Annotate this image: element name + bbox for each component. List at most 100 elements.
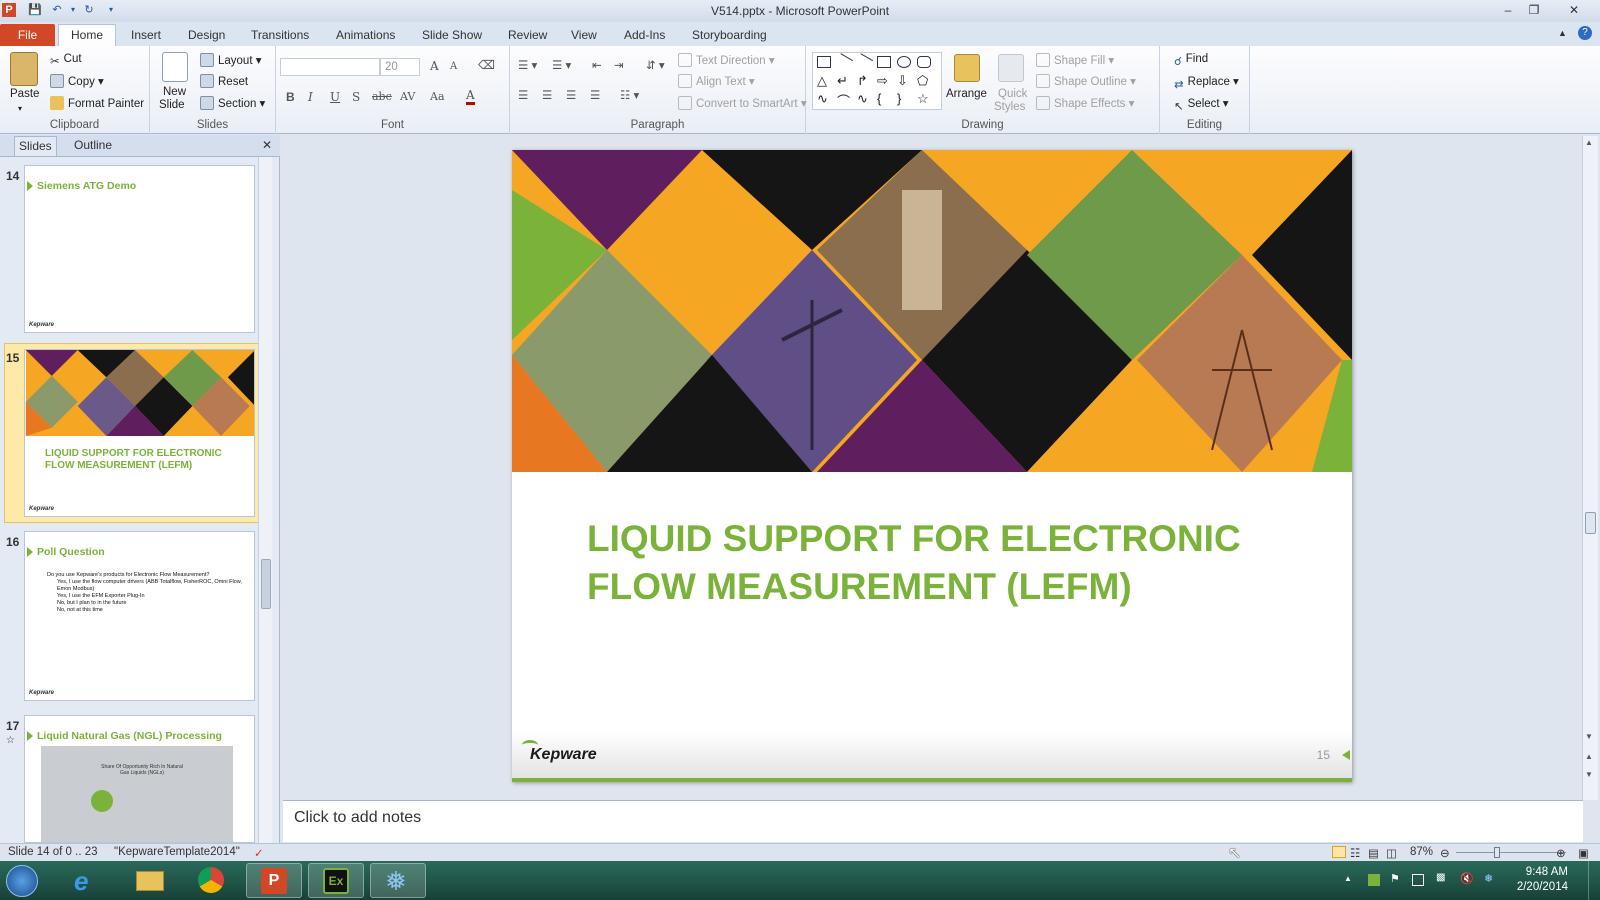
shapes-gallery[interactable]: △ ↵ ↱ ⇨ ⇩ ⬠ ∿ ⌒ ∿ { } ☆ [812,52,942,110]
explorer-taskbar-icon[interactable] [122,863,178,898]
arrange-button[interactable]: Arrange [946,88,987,100]
normal-view-icon[interactable] [1332,846,1346,858]
rounded-rect-shape-icon[interactable] [917,56,931,68]
grow-font-button[interactable]: A [430,59,439,73]
app-taskbar-icon[interactable]: ❅ [370,863,426,898]
quick-styles-label-2[interactable]: Styles [994,101,1025,113]
find-button[interactable]: ☌ Find [1174,53,1208,68]
slide-thumbnail-15[interactable]: LIQUID SUPPORT FOR ELECTRONIC FLOW MEASU… [24,349,255,517]
minimize-icon[interactable]: – [1496,2,1520,18]
copy-button[interactable]: Copy ▾ [50,74,104,88]
network-signal-icon[interactable]: ▩ [1436,872,1448,884]
freeform-shape-icon[interactable]: ∿ [857,91,868,107]
elbow-shape-icon[interactable]: ↱ [857,73,868,89]
font-name-combobox[interactable] [280,58,380,76]
previous-slide-icon[interactable]: ▲ [1585,752,1593,761]
format-painter-button[interactable]: Format Painter [50,96,144,110]
quick-styles-icon[interactable] [998,54,1024,82]
show-hidden-icons-icon[interactable]: ▲ [1344,874,1356,886]
strikethrough-button[interactable]: abc [372,90,392,103]
align-left-icon[interactable]: ☰ [518,88,528,102]
arrow-shape-icon[interactable] [854,53,874,71]
tab-file[interactable]: File [0,24,55,46]
right-arrow-shape-icon[interactable]: ⇨ [877,73,888,89]
fit-to-window-icon[interactable]: ▣ [1578,846,1589,860]
select-button[interactable]: ↖ Select ▾ [1174,96,1229,113]
panel-scrollbar[interactable] [258,157,272,843]
line-shape-icon[interactable] [834,53,854,71]
replace-button[interactable]: ⇄ Replace ▾ [1174,74,1239,91]
slide-show-icon[interactable]: ◫ [1386,846,1397,860]
slide-thumbnail-17[interactable]: Liquid Natural Gas (NGL) Processing Shar… [24,715,255,843]
show-desktop-button[interactable] [1588,861,1600,900]
tab-animations[interactable]: Animations [336,28,395,42]
zoom-level[interactable]: 87% [1410,846,1433,858]
oval-shape-icon[interactable] [897,56,911,68]
display-tray-icon[interactable] [1412,874,1424,886]
font-color-button[interactable]: A [466,88,475,105]
shape-fill-button[interactable]: Shape Fill ▾ [1036,53,1114,67]
shape-effects-button[interactable]: Shape Effects ▾ [1036,96,1134,110]
slide-scroll-thumb[interactable] [1585,512,1596,534]
section-button[interactable]: Section ▾ [200,96,265,110]
kepware-tray-icon[interactable] [1368,874,1380,886]
chrome-taskbar-icon[interactable] [184,863,240,898]
paste-button[interactable]: Paste [10,88,39,100]
text-direction-button[interactable]: Text Direction ▾ [678,53,775,67]
close-panel-icon[interactable]: ✕ [262,138,272,152]
spellcheck-icon[interactable]: ✓ [254,846,264,860]
zoom-slider-thumb[interactable] [1494,847,1500,858]
tab-slides[interactable]: Slides [14,136,57,156]
decrease-indent-icon[interactable]: ⇤ [592,58,602,72]
increase-indent-icon[interactable]: ⇥ [614,58,624,72]
align-right-icon[interactable]: ☰ [566,88,576,102]
right-brace-shape-icon[interactable]: } [897,91,901,106]
panel-scroll-thumb[interactable] [261,559,271,609]
paste-icon[interactable] [10,52,38,86]
slide-title[interactable]: LIQUID SUPPORT FOR ELECTRONIC FLOW MEASU… [587,515,1241,611]
clear-formatting-icon[interactable]: ⌫ [478,58,495,72]
help-icon[interactable]: ? [1578,26,1592,40]
volume-muted-icon[interactable]: 🔇 [1460,872,1474,885]
bold-button[interactable]: B [286,90,295,104]
notes-pane[interactable]: Click to add notes [283,800,1583,842]
underline-button[interactable]: U [330,90,340,104]
pentagon-shape-icon[interactable]: ⬠ [917,73,928,89]
next-slide-icon[interactable]: ▼ [1585,770,1593,779]
star-shape-icon[interactable]: ☆ [917,91,929,107]
new-slide-icon[interactable] [162,52,188,82]
restore-icon[interactable]: ❐ [1522,2,1546,18]
tab-insert[interactable]: Insert [131,28,161,42]
align-text-button[interactable]: Align Text ▾ [678,74,755,88]
justify-icon[interactable]: ☰ [590,88,600,102]
triangle-shape-icon[interactable]: △ [817,73,827,89]
left-brace-shape-icon[interactable]: { [877,91,881,106]
quick-styles-label-1[interactable]: Quick [998,88,1027,100]
columns-icon[interactable]: ☷ ▾ [620,88,639,102]
close-icon[interactable]: ✕ [1562,2,1586,18]
kepserverex-taskbar-icon[interactable]: Ex [308,863,364,898]
tab-transitions[interactable]: Transitions [251,28,309,42]
reading-view-icon[interactable]: ▤ [1368,846,1379,860]
scroll-down-icon[interactable]: ▼ [1585,732,1593,741]
line-spacing-icon[interactable]: ⇵ ▾ [646,58,665,72]
powerpoint-taskbar-icon[interactable]: P [246,863,302,898]
slide-scrollbar[interactable]: ▲ ▼ ▲ ▼ [1582,136,1598,800]
internet-explorer-taskbar-icon[interactable]: e [60,863,116,898]
numbering-icon[interactable]: ☰ ▾ [552,58,571,72]
zoom-slider-track[interactable] [1456,852,1566,853]
tab-review[interactable]: Review [508,28,547,42]
layout-button[interactable]: Layout ▾ [200,53,262,67]
italic-button[interactable]: I [308,90,313,104]
character-spacing-button[interactable]: AV [400,90,415,103]
change-case-button[interactable]: Aa [430,90,445,103]
clock-date[interactable]: 2/20/2014 [1517,881,1568,893]
tab-design[interactable]: Design [188,28,225,42]
slide-canvas[interactable]: LIQUID SUPPORT FOR ELECTRONIC FLOW MEASU… [512,150,1352,782]
bluetooth-tray-icon[interactable]: ❅ [1484,872,1496,885]
align-center-icon[interactable]: ☰ [542,88,552,102]
new-slide-label-2[interactable]: Slide [159,99,185,111]
arrange-icon[interactable] [954,54,980,82]
text-box-shape-icon[interactable] [817,56,831,68]
action-center-flag-icon[interactable]: ⚑ [1390,872,1402,885]
